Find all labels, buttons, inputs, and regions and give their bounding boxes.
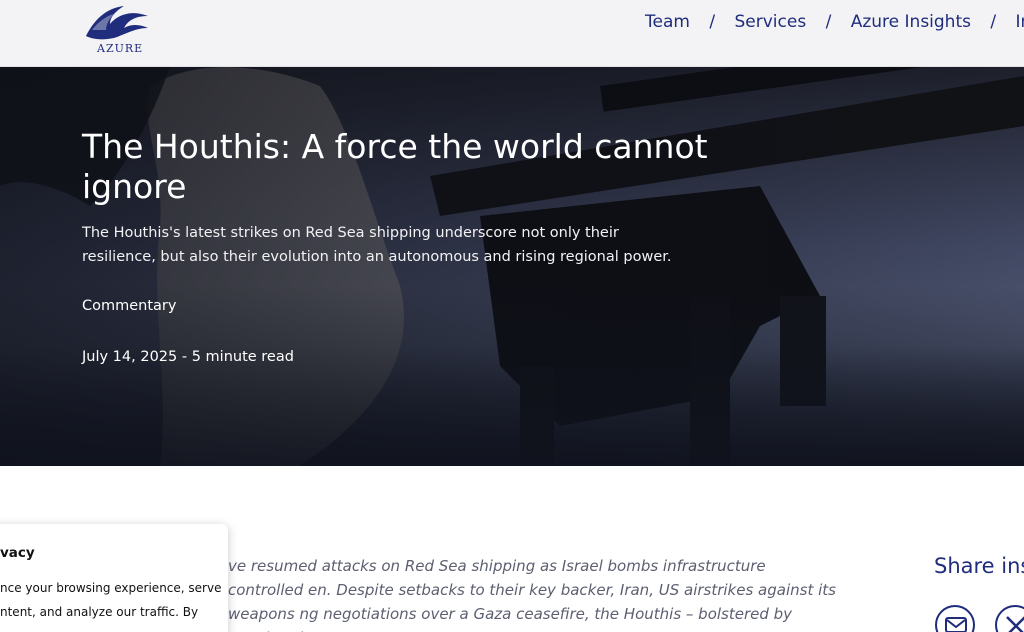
nav-separator: / xyxy=(990,12,997,32)
share-email-button[interactable] xyxy=(935,605,975,632)
privacy-title: vacy xyxy=(0,545,35,561)
article-subtitle: The Houthis's latest strikes on Red Sea … xyxy=(82,225,672,265)
article-date-readtime: July 14, 2025 - 5 minute read xyxy=(82,349,294,365)
hero-banner: The Houthis: A force the world cannot ig… xyxy=(0,66,1024,466)
privacy-text: nce your browsing experience, serve nten… xyxy=(0,581,222,619)
nav-item-azure-insights[interactable]: Azure Insights xyxy=(851,12,971,32)
nav-item-services[interactable]: Services xyxy=(734,12,806,32)
privacy-consent-popup: vacy nce your browsing experience, serve… xyxy=(0,524,228,632)
page: AZURE Team / Services / Azure Insights /… xyxy=(0,0,1024,632)
article-title: The Houthis: A force the world cannot ig… xyxy=(82,127,708,206)
nav-separator: / xyxy=(709,12,716,32)
main-nav: Team / Services / Azure Insights / In th xyxy=(645,12,1024,32)
nav-separator: / xyxy=(825,12,832,32)
logo-text: AZURE xyxy=(97,42,144,55)
logo-wave-icon xyxy=(86,6,148,40)
nav-item-truncated[interactable]: In th xyxy=(1016,12,1024,32)
mail-icon xyxy=(945,617,967,632)
nav-item-team[interactable]: Team xyxy=(645,12,690,32)
article-lead-paragraph: ve resumed attacks on Red Sea shipping a… xyxy=(228,557,836,632)
article-category[interactable]: Commentary xyxy=(82,298,176,314)
azure-logo[interactable]: AZURE xyxy=(84,0,152,60)
share-x-button[interactable] xyxy=(995,605,1024,632)
x-icon xyxy=(1006,616,1024,632)
share-heading: Share ins xyxy=(934,554,1024,578)
site-header: AZURE Team / Services / Azure Insights /… xyxy=(0,0,1024,67)
